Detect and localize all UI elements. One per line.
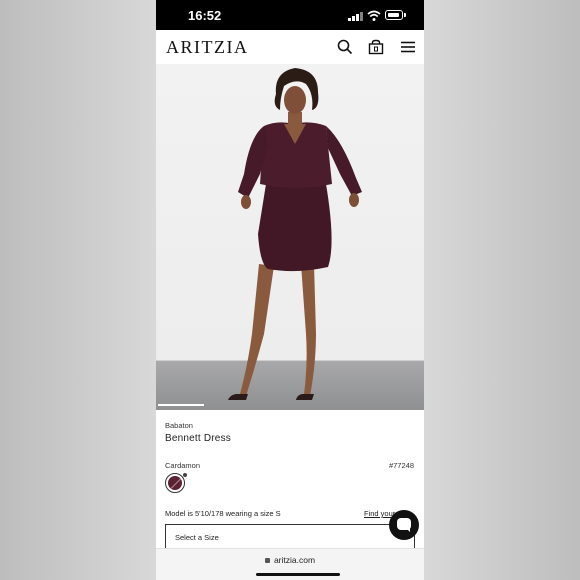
browser-url-bar[interactable]: aritzia.com bbox=[156, 548, 424, 580]
search-icon[interactable] bbox=[336, 38, 354, 56]
color-name: Cardamon bbox=[165, 461, 201, 470]
size-select-label: Select a Size bbox=[175, 533, 219, 542]
home-indicator[interactable] bbox=[256, 573, 340, 576]
color-swatch[interactable] bbox=[165, 473, 185, 493]
swatch-selected-dot bbox=[183, 473, 187, 477]
product-sku: #77248 bbox=[388, 461, 414, 470]
size-select[interactable]: Select a Size bbox=[165, 524, 415, 550]
phone-screen: 16:52 ARITZIA Babaton Bennett Dress Card… bbox=[156, 0, 424, 580]
model-size-info: Model is 5'10/178 wearing a size S bbox=[165, 509, 281, 518]
background-left bbox=[0, 0, 156, 580]
brand-logo[interactable]: ARITZIA bbox=[166, 37, 248, 58]
wifi-icon bbox=[367, 9, 381, 21]
color-swatch-fill bbox=[168, 476, 182, 490]
lock-icon bbox=[264, 558, 270, 563]
model-figure bbox=[228, 68, 362, 400]
url-display: aritzia.com bbox=[156, 555, 424, 565]
site-header: ARITZIA bbox=[156, 30, 424, 65]
chat-bubble-tail bbox=[406, 528, 410, 532]
carousel-indicator bbox=[158, 404, 204, 406]
cellular-signal-icon bbox=[348, 11, 364, 21]
chat-button[interactable] bbox=[389, 510, 419, 540]
battery-icon bbox=[385, 10, 403, 20]
product-brand[interactable]: Babaton bbox=[165, 421, 193, 430]
shopping-bag-icon[interactable] bbox=[367, 38, 385, 56]
battery-tip bbox=[404, 13, 406, 17]
background-right bbox=[424, 0, 580, 580]
status-bar: 16:52 bbox=[156, 0, 424, 30]
status-time: 16:52 bbox=[188, 8, 222, 23]
hamburger-menu-icon[interactable] bbox=[399, 38, 417, 56]
url-text: aritzia.com bbox=[273, 555, 316, 565]
product-hero-image[interactable] bbox=[156, 64, 424, 410]
product-name: Bennett Dress bbox=[165, 433, 231, 444]
